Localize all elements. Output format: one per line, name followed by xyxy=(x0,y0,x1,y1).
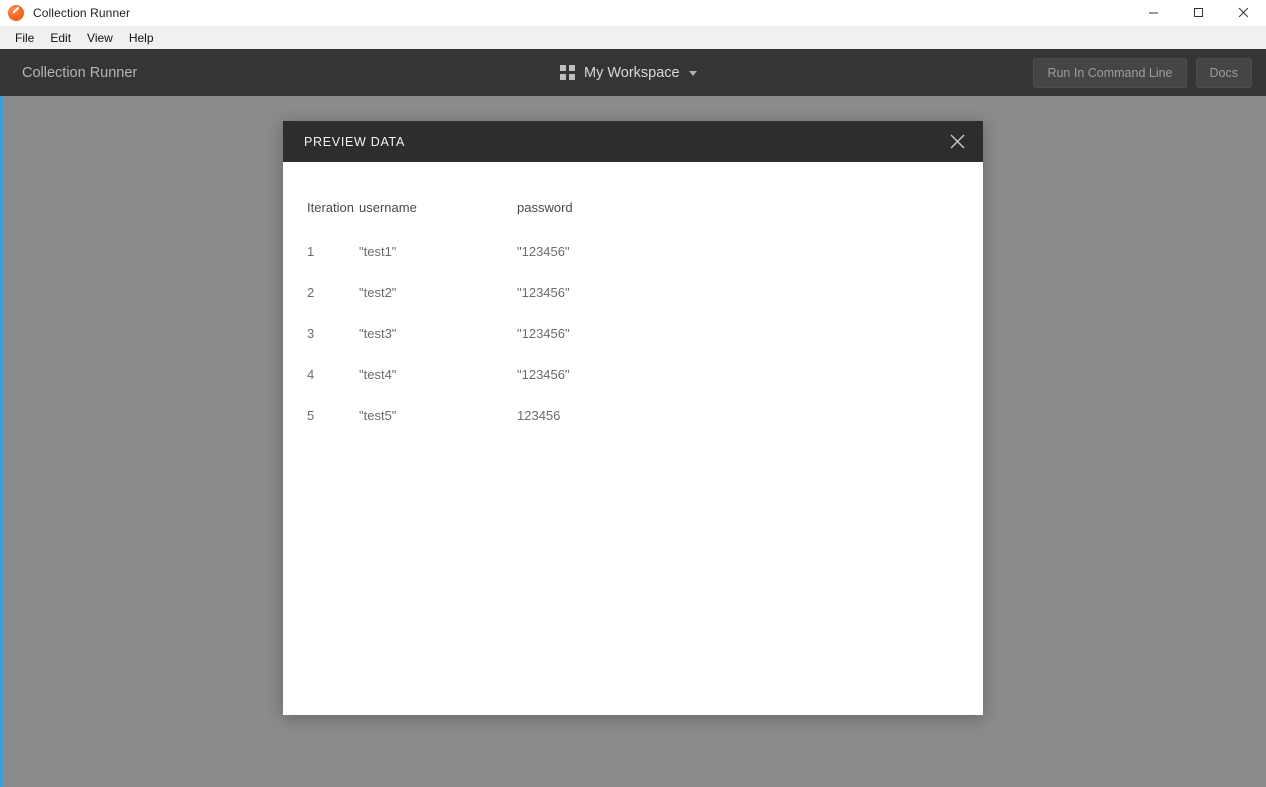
modal-body: Iteration username password 1 "test1" "1… xyxy=(283,162,983,715)
save-cookies-label: Save cookies after collec xyxy=(145,698,284,712)
window-title-bar: Collection Runner xyxy=(0,0,1266,26)
delay-unit: ms xyxy=(210,428,227,442)
column-header-iteration: Iteration xyxy=(307,200,354,215)
delay-value: 0 xyxy=(154,428,161,442)
chevron-down-icon xyxy=(218,582,227,588)
active-pane-accent xyxy=(0,96,3,787)
modal-header: PREVIEW DATA xyxy=(283,121,983,162)
iterations-label: Iterations xyxy=(78,378,130,392)
workspace-label: My Workspace xyxy=(584,64,680,81)
window-controls xyxy=(1131,0,1266,26)
cell-password: 123456 xyxy=(517,408,561,423)
modal-title: PREVIEW DATA xyxy=(304,134,406,149)
import-test-run-button[interactable]: Import Test Run xyxy=(1132,110,1252,143)
table-header-row: Iteration username password xyxy=(283,200,983,244)
close-icon[interactable] xyxy=(1221,0,1266,26)
preview-data-table: Iteration username password 1 "test1" "1… xyxy=(283,200,983,449)
header-actions: Run In Command Line Docs xyxy=(1033,57,1266,88)
maximize-icon[interactable] xyxy=(1176,0,1221,26)
cell-password: "123456" xyxy=(517,367,570,382)
data-file-type-value: text/csv xyxy=(154,578,197,592)
chevron-down-icon xyxy=(256,482,264,488)
cell-password: "123456" xyxy=(517,326,570,341)
menu-item-view[interactable]: View xyxy=(79,28,121,48)
app-header-title: Collection Runner xyxy=(22,64,138,81)
column-header-username: username xyxy=(359,200,417,215)
app-window: Collection Runner File Edit View Help Co… xyxy=(0,0,1266,787)
log-responses-value: For all requests xyxy=(154,471,202,499)
data-file-type-select[interactable]: text/csv xyxy=(143,570,227,600)
log-responses-select[interactable]: For all requests xyxy=(143,471,275,499)
table-row: 5 "test5" 123456 xyxy=(283,408,983,449)
collection-name: 登录-参数化 xyxy=(64,109,136,124)
select-file-button[interactable]: Select File xyxy=(143,520,263,550)
chevron-down-icon xyxy=(688,71,697,76)
cell-password: "123456" xyxy=(517,285,570,300)
grid-icon xyxy=(560,65,575,80)
keep-variable-values-checkbox[interactable] xyxy=(116,620,133,638)
docs-button[interactable]: Docs xyxy=(1195,57,1252,88)
request-name: 登录-参数化 xyxy=(84,146,154,161)
table-row: 1 "test1" "123456" xyxy=(283,244,983,285)
cell-username: "test1" xyxy=(359,244,397,259)
data-file-note: u xyxy=(274,528,281,542)
menu-item-edit[interactable]: Edit xyxy=(42,28,79,48)
log-responses-label: Log Responses xyxy=(43,478,130,492)
postman-logo-icon xyxy=(8,4,24,21)
delay-input[interactable]: 0 xyxy=(143,421,199,449)
table-row: 2 "test2" "123456" xyxy=(283,285,983,326)
app-header: Collection Runner My Workspace Run In Co… xyxy=(0,49,1266,96)
cell-username: "test2" xyxy=(359,285,397,300)
iterations-value: 5 xyxy=(154,378,161,392)
cell-password: "123456" xyxy=(517,244,570,259)
run-collection-without-using-label: Run collection without u xyxy=(145,660,278,674)
run-collection-without-using-checkbox[interactable] xyxy=(116,658,133,676)
table-row: 3 "test3" "123456" xyxy=(283,326,983,367)
save-cookies-checkbox[interactable] xyxy=(116,696,133,714)
preview-data-modal: PREVIEW DATA Iteration username password xyxy=(283,121,983,715)
close-icon[interactable] xyxy=(931,121,983,162)
cell-iteration: 3 xyxy=(307,326,315,341)
delay-label: Delay xyxy=(98,428,130,442)
iterations-input[interactable]: 5 xyxy=(143,371,199,399)
menu-item-help[interactable]: Help xyxy=(121,28,162,48)
minimize-icon[interactable] xyxy=(1131,0,1176,26)
workspace-selector[interactable]: My Workspace xyxy=(560,49,697,96)
column-header-password: password xyxy=(517,200,573,215)
environment-value: test环境 xyxy=(154,329,200,344)
cell-iteration: 4 xyxy=(307,367,315,382)
table-row: 4 "test4" "123456" xyxy=(283,367,983,408)
cell-iteration: 2 xyxy=(307,285,315,300)
environment-label: Environment xyxy=(59,328,130,342)
menu-bar: File Edit View Help xyxy=(0,26,1266,49)
cell-username: "test3" xyxy=(359,326,397,341)
cell-username: "test4" xyxy=(359,367,397,382)
data-label: Data xyxy=(103,528,130,542)
cell-iteration: 1 xyxy=(307,244,315,259)
cell-username: "test5" xyxy=(359,408,397,423)
window-title: Collection Runner xyxy=(33,5,131,20)
data-file-type-label: Data File Type xyxy=(49,578,130,592)
cell-iteration: 5 xyxy=(307,408,315,423)
triangle-left-icon[interactable] xyxy=(47,111,53,119)
run-in-command-line-button[interactable]: Run In Command Line xyxy=(1033,57,1187,88)
menu-item-file[interactable]: File xyxy=(7,28,42,48)
request-method-badge: POST xyxy=(47,147,75,158)
run-collection-button[interactable] xyxy=(133,766,353,787)
keep-variable-values-label: Keep variable values xyxy=(145,622,262,636)
